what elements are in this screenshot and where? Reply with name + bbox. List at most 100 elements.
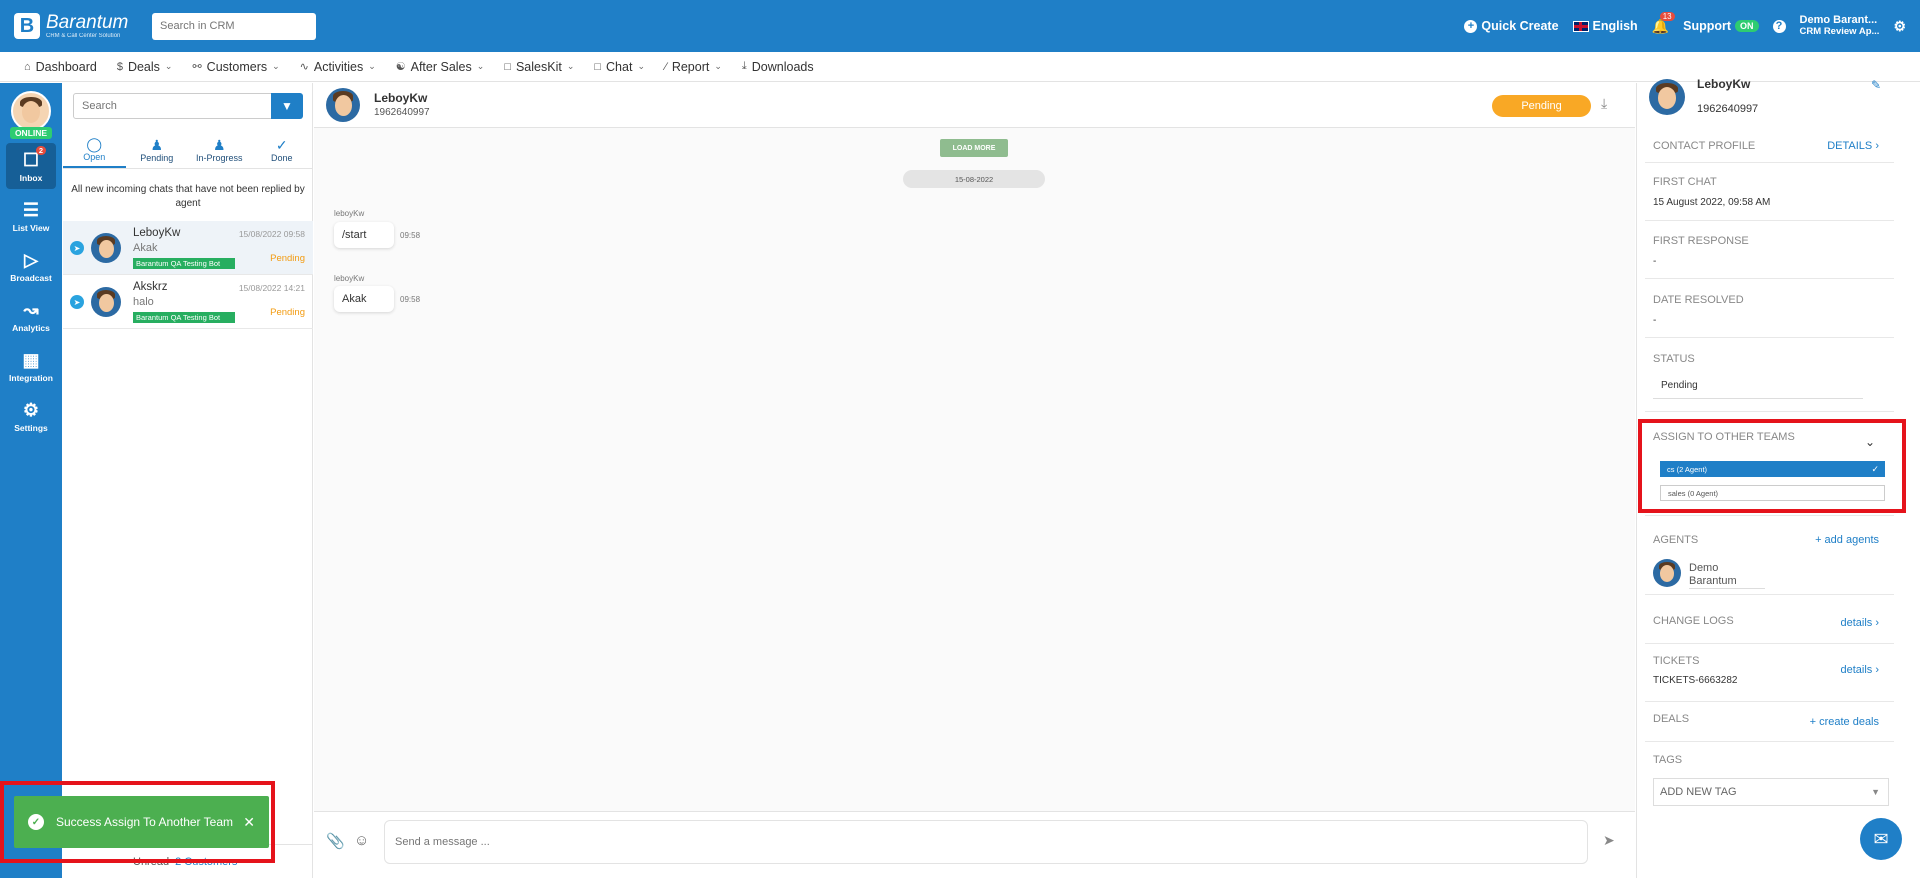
date-resolved-value: - bbox=[1653, 315, 1657, 326]
avatar-face bbox=[98, 239, 114, 258]
contact-profile-details-link[interactable]: DETAILS › bbox=[1827, 140, 1879, 152]
notification-badge: 13 bbox=[1659, 11, 1675, 21]
nav-after-sales[interactable]: ☯ After Sales ⌄ bbox=[396, 60, 485, 74]
chat-search-input[interactable] bbox=[73, 93, 281, 119]
rail-broadcast[interactable]: ▷ Broadcast bbox=[6, 243, 56, 289]
divider bbox=[1645, 162, 1894, 163]
close-icon[interactable]: ✕ bbox=[243, 814, 255, 831]
nav-label: Report bbox=[671, 59, 710, 74]
user-company: CRM Review Ap... bbox=[1799, 26, 1880, 37]
date-resolved-label: DATE RESOLVED bbox=[1653, 294, 1744, 306]
nav-label: Activities bbox=[313, 59, 364, 74]
language-label: English bbox=[1592, 19, 1638, 33]
telegram-icon: ➤ bbox=[70, 295, 84, 309]
details-contact-phone: 1962640997 bbox=[1697, 103, 1759, 115]
support-toggle[interactable]: Support ON bbox=[1683, 19, 1759, 33]
status-label: STATUS bbox=[1653, 353, 1695, 365]
chat-bubble-icon: ✉ bbox=[1873, 828, 1889, 849]
chat-timestamp: 15/08/2022 14:21 bbox=[238, 283, 305, 293]
create-deals-link[interactable]: + create deals bbox=[1810, 716, 1879, 728]
users-icon: ⚯ bbox=[192, 61, 202, 73]
rail-list-view[interactable]: ☰ List View bbox=[6, 193, 56, 239]
status-field[interactable]: Pending bbox=[1653, 373, 1863, 399]
tags-label: TAGS bbox=[1653, 754, 1683, 766]
avatar-face bbox=[22, 100, 40, 123]
details-contact-name: LeboyKw bbox=[1697, 77, 1751, 91]
contact-profile-label: CONTACT PROFILE bbox=[1653, 140, 1756, 152]
caret-down-icon: ▼ bbox=[1871, 787, 1880, 797]
chevron-down-icon: ⌄ bbox=[272, 61, 280, 71]
conversation-status-button[interactable]: Pending bbox=[1492, 95, 1591, 117]
change-logs-details-link[interactable]: details › bbox=[1840, 617, 1879, 629]
tab-label: Pending bbox=[140, 152, 174, 163]
nav-dashboard[interactable]: ⌂ Dashboard bbox=[24, 60, 97, 74]
nav-downloads[interactable]: ⤓ Downloads bbox=[742, 60, 814, 74]
chat-list-item[interactable]: ➤ LeboyKw Akak 15/08/2022 09:58 Pending … bbox=[63, 221, 313, 275]
gear-icon[interactable]: ⚙ bbox=[1893, 18, 1906, 35]
nav-deals[interactable]: $ Deals ⌄ bbox=[117, 60, 173, 74]
support-label: Support bbox=[1683, 19, 1732, 33]
pencil-icon[interactable]: ✎ bbox=[1871, 78, 1881, 92]
online-status-badge[interactable]: ONLINE bbox=[9, 127, 53, 139]
message-input[interactable] bbox=[384, 820, 1588, 864]
rail-integration[interactable]: ▦ Integration bbox=[6, 343, 56, 389]
check-circle-icon: ✓ bbox=[28, 814, 44, 830]
logo-name: Barantum bbox=[46, 12, 129, 33]
emoji-icon[interactable]: ☺ bbox=[354, 832, 369, 849]
agent-avatar[interactable] bbox=[11, 91, 51, 131]
chat-support-button[interactable]: ✉ bbox=[1860, 818, 1902, 860]
tab-open[interactable]: ◯ Open bbox=[63, 131, 126, 168]
send-icon[interactable]: ➤ bbox=[1603, 832, 1615, 849]
quick-create-button[interactable]: + Quick Create bbox=[1464, 19, 1559, 33]
folder-icon: □ bbox=[504, 60, 511, 73]
nav-report[interactable]: ∕ Report ⌄ bbox=[665, 60, 722, 74]
chart-icon: ∕ bbox=[664, 60, 667, 73]
filter-button[interactable]: ▼ bbox=[271, 93, 303, 119]
nav-chat[interactable]: □ Chat ⌄ bbox=[594, 60, 645, 74]
tickets-details-link[interactable]: details › bbox=[1840, 664, 1879, 676]
divider bbox=[1645, 515, 1894, 516]
rail-analytics[interactable]: ↝ Analytics bbox=[6, 293, 56, 339]
add-agents-link[interactable]: + add agents bbox=[1815, 534, 1879, 546]
gear-icon: ⚙ bbox=[22, 399, 40, 420]
deals-label: DEALS bbox=[1653, 713, 1690, 725]
chat-contact-name: LeboyKw bbox=[133, 227, 181, 239]
help-icon[interactable]: ? bbox=[1772, 19, 1786, 33]
paperclip-icon[interactable]: 📎 bbox=[326, 832, 345, 850]
support-status-badge: ON bbox=[1735, 20, 1759, 32]
notifications-button[interactable]: 🔔 13 bbox=[1652, 11, 1675, 35]
rail-label: Settings bbox=[14, 422, 48, 433]
divider bbox=[1645, 278, 1894, 279]
message-time: 09:58 bbox=[400, 295, 421, 304]
ticket-id[interactable]: TICKETS-6663282 bbox=[1653, 675, 1738, 686]
telegram-icon: ➤ bbox=[70, 241, 84, 255]
load-more-button[interactable]: LOAD MORE bbox=[940, 139, 1008, 157]
nav-saleskit[interactable]: □ SalesKit ⌄ bbox=[504, 60, 574, 74]
tab-done[interactable]: ✓ Done bbox=[251, 131, 314, 168]
language-selector[interactable]: English bbox=[1572, 19, 1638, 33]
chat-contact-name: Akskrz bbox=[133, 281, 168, 293]
user-menu[interactable]: Demo Barant... CRM Review Ap... bbox=[1800, 14, 1880, 38]
download-icon: ⤓ bbox=[741, 60, 747, 72]
nav-customers[interactable]: ⚯ Customers ⌄ bbox=[192, 60, 279, 74]
tab-label: Done bbox=[270, 152, 293, 163]
download-icon[interactable]: ⤓ bbox=[1601, 95, 1607, 112]
add-tag-select[interactable]: ADD NEW TAG ▼ bbox=[1653, 778, 1889, 806]
rail-settings[interactable]: ⚙ Settings bbox=[6, 393, 56, 439]
channel-tag: Barantum QA Testing Bot bbox=[133, 312, 235, 323]
nav-label: After Sales bbox=[410, 59, 472, 74]
tab-pending[interactable]: ♟ Pending bbox=[126, 131, 189, 168]
crm-search-input[interactable] bbox=[152, 12, 316, 40]
chevron-down-icon: ⌄ bbox=[714, 61, 722, 71]
logo[interactable]: B Barantum CRM & Call Center Solution bbox=[14, 13, 134, 39]
agent-avatar bbox=[1653, 559, 1681, 587]
tab-in-progress[interactable]: ♟ In-Progress bbox=[188, 131, 251, 168]
message-bubble: /start bbox=[334, 222, 394, 248]
conversation-contact-phone: 1962640997 bbox=[374, 107, 430, 118]
chat-list-item[interactable]: ➤ Akskrz halo 15/08/2022 14:21 Pending B… bbox=[63, 275, 313, 329]
rail-label: Integration bbox=[9, 372, 53, 383]
rail-inbox[interactable]: ☐ 2 Inbox bbox=[6, 143, 56, 189]
divider bbox=[1645, 741, 1894, 742]
nav-label: Chat bbox=[606, 59, 633, 74]
nav-activities[interactable]: ∿ Activities ⌄ bbox=[300, 60, 376, 74]
